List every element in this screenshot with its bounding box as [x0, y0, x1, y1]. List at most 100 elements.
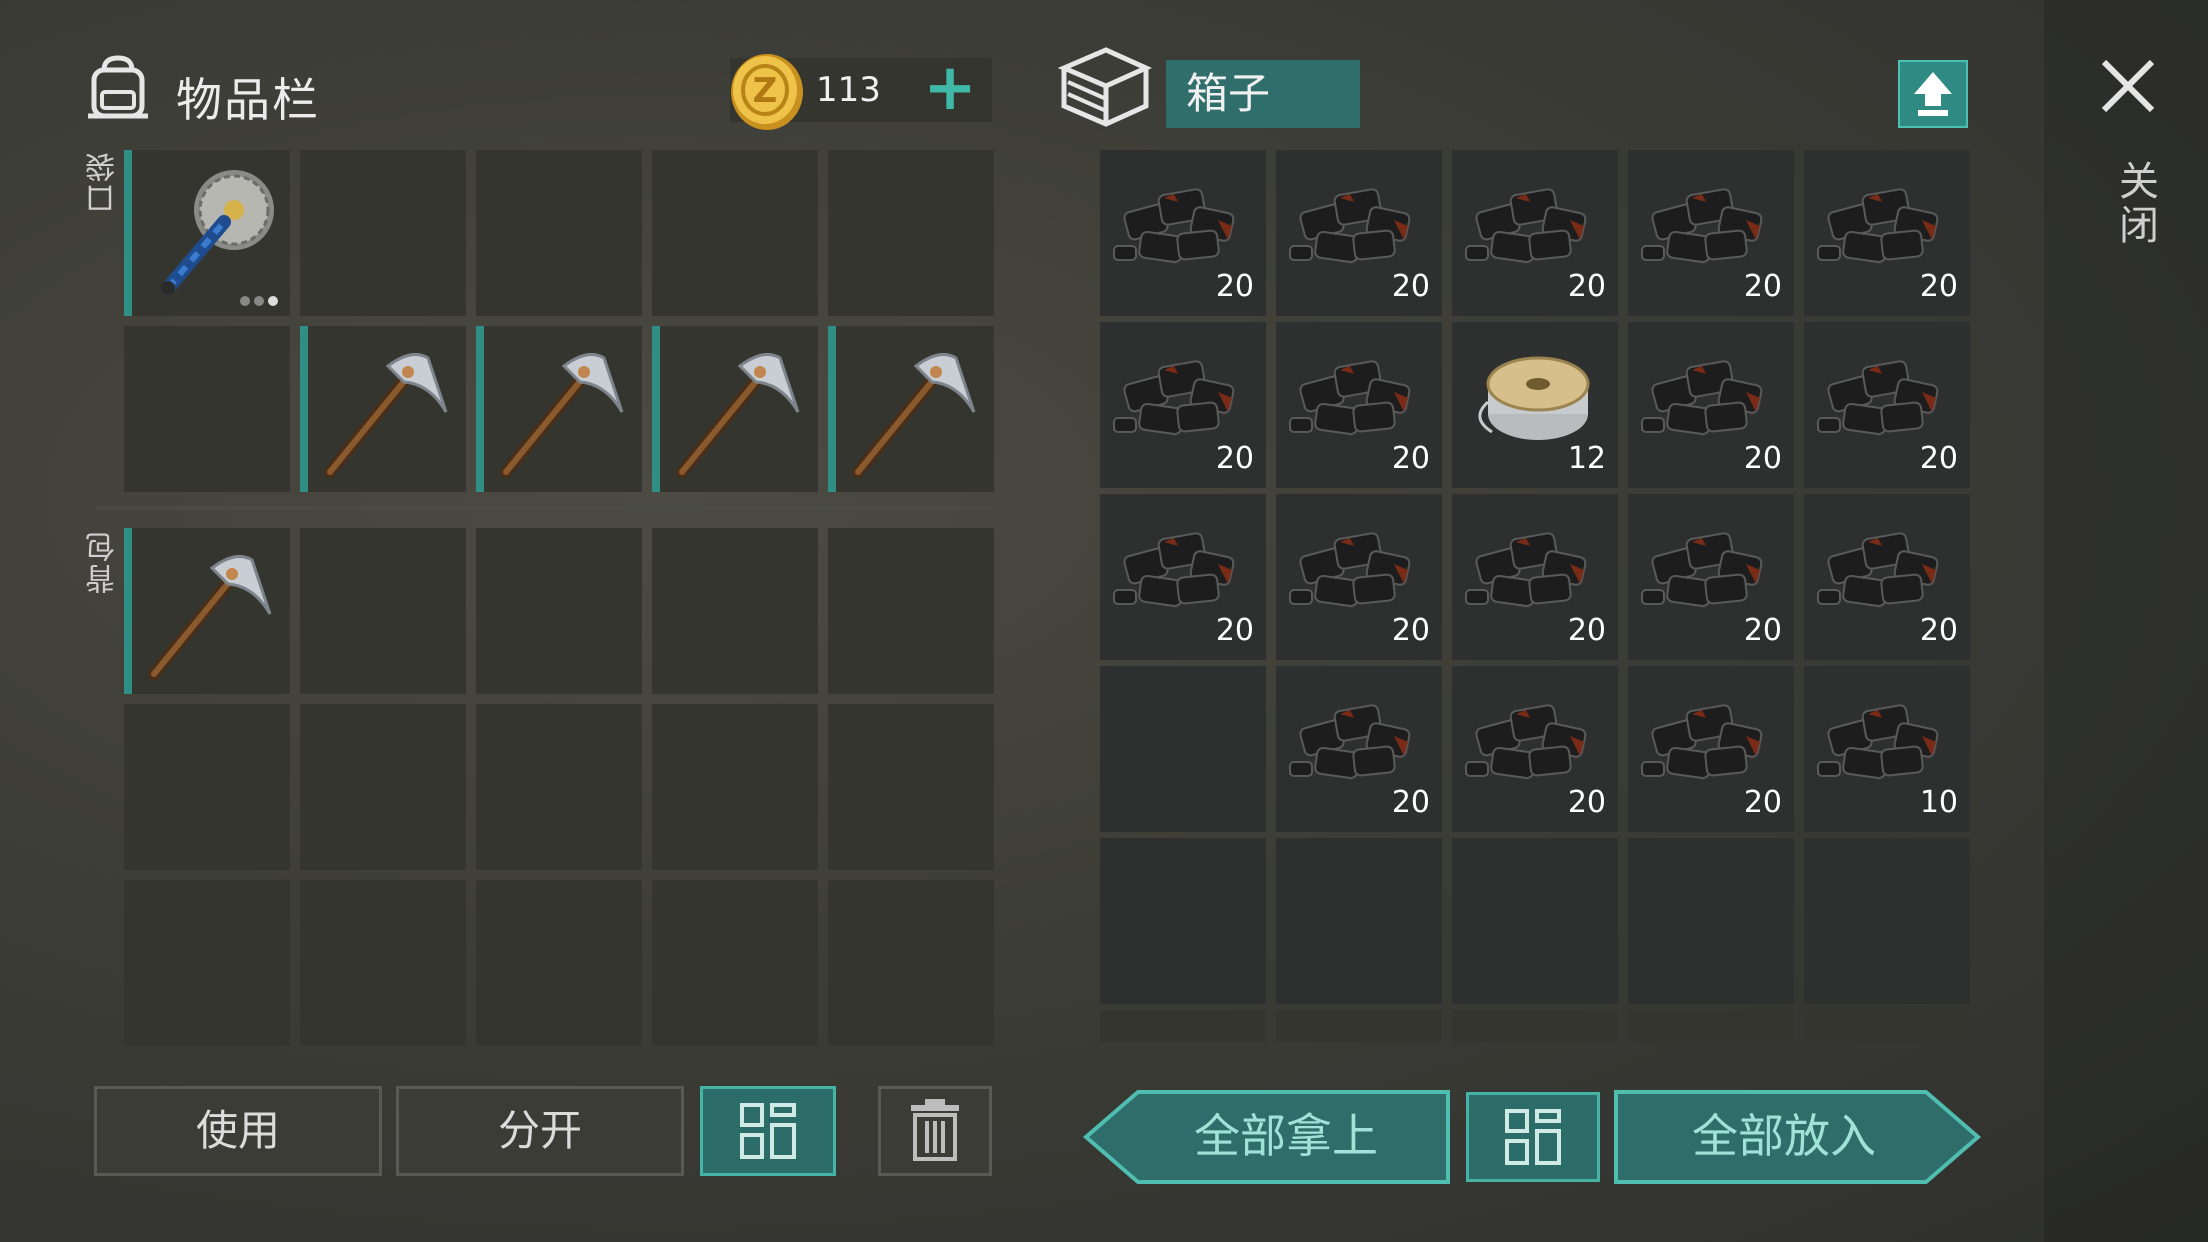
chest-slot[interactable]: 20 — [1452, 666, 1618, 832]
chest-slot[interactable] — [1100, 1010, 1266, 1042]
pocket-slot[interactable] — [300, 326, 466, 492]
plus-icon: + — [923, 51, 977, 125]
pickaxe-icon — [324, 352, 448, 478]
backpack-slot[interactable] — [124, 704, 290, 870]
chest-slot[interactable]: 20 — [1100, 494, 1266, 660]
close-icon[interactable] — [2098, 56, 2158, 116]
grid-icon — [740, 1103, 796, 1159]
grid-icon — [1505, 1109, 1561, 1165]
chest-next-row — [1100, 1010, 1970, 1042]
chest-slot[interactable] — [1628, 838, 1794, 1004]
item-count: 20 — [1919, 441, 1958, 476]
item-count: 20 — [1391, 269, 1430, 304]
take-all-label: 全部拿上 — [1194, 1109, 1378, 1163]
backpack-slot[interactable] — [476, 880, 642, 1046]
chest-slot[interactable]: 20 — [1804, 150, 1970, 316]
backpack-slot[interactable] — [476, 704, 642, 870]
backpack-slot[interactable] — [300, 528, 466, 694]
pocket-slot[interactable] — [828, 326, 994, 492]
backpack-slot[interactable] — [652, 880, 818, 1046]
backpack-slot[interactable] — [652, 528, 818, 694]
chest-slot[interactable]: 20 — [1452, 150, 1618, 316]
chest-slot[interactable]: 20 — [1276, 322, 1442, 488]
chest-slot[interactable]: 10 — [1804, 666, 1970, 832]
pocket-slot[interactable] — [652, 326, 818, 492]
pocket-slot[interactable] — [652, 150, 818, 316]
upload-icon — [1914, 72, 1952, 116]
split-button-label: 分开 — [497, 1106, 582, 1155]
chest-slot[interactable] — [1276, 1010, 1442, 1042]
chest-slot[interactable]: 20 — [1452, 494, 1618, 660]
item-count: 10 — [1919, 785, 1958, 820]
chest-slot[interactable] — [1452, 838, 1618, 1004]
svg-text:Z: Z — [753, 71, 778, 111]
pocket-slot[interactable] — [828, 150, 994, 316]
pocket-label: 口袋 — [86, 150, 121, 214]
put-all-button[interactable]: 全部放入 — [1612, 1090, 1982, 1184]
chest-slot[interactable]: 20 — [1276, 494, 1442, 660]
chest-slot[interactable] — [1100, 666, 1266, 832]
item-count: 20 — [1567, 613, 1606, 648]
trash-button[interactable] — [878, 1086, 992, 1176]
trash-icon — [911, 1099, 959, 1161]
item-count: 12 — [1567, 441, 1606, 476]
pocket-slot[interactable] — [300, 150, 466, 316]
chest-slot[interactable] — [1100, 838, 1266, 1004]
backpack-label: 背包 — [86, 530, 121, 594]
chest-slot[interactable]: 20 — [1628, 494, 1794, 660]
chest-slot[interactable]: 20 — [1276, 666, 1442, 832]
item-count: 20 — [1919, 613, 1958, 648]
coin-icon: Z — [731, 54, 803, 130]
chest-icon — [1058, 47, 1152, 127]
chest-slot[interactable]: 12 — [1452, 322, 1618, 488]
chest-slot[interactable]: 20 — [1804, 494, 1970, 660]
pickaxe-icon — [148, 554, 272, 680]
upload-button[interactable] — [1898, 60, 1968, 128]
item-count: 20 — [1215, 269, 1254, 304]
item-count: 20 — [1743, 785, 1782, 820]
backpack-slot[interactable] — [300, 704, 466, 870]
backpack-slot[interactable] — [828, 880, 994, 1046]
pocket-slot[interactable] — [124, 150, 290, 316]
chest-slot[interactable] — [1804, 1010, 1970, 1042]
pocket-slot[interactable] — [476, 326, 642, 492]
take-all-button[interactable]: 全部拿上 — [1082, 1090, 1452, 1184]
item-count: 20 — [1215, 441, 1254, 476]
backpack-slot[interactable] — [828, 528, 994, 694]
chest-slot[interactable]: 20 — [1804, 322, 1970, 488]
use-button[interactable]: 使用 — [94, 1086, 382, 1176]
item-count: 20 — [1567, 785, 1606, 820]
chest-slot[interactable] — [1804, 838, 1970, 1004]
backpack-slot[interactable] — [124, 880, 290, 1046]
backpack-slot[interactable] — [300, 880, 466, 1046]
add-coins-button[interactable]: + — [922, 56, 978, 122]
item-count: 20 — [1391, 613, 1430, 648]
pocket-slot[interactable] — [124, 326, 290, 492]
backpack-grid — [124, 528, 994, 1046]
chest-slot[interactable]: 20 — [1628, 322, 1794, 488]
pocket-slot[interactable] — [476, 150, 642, 316]
chest-slot[interactable] — [1452, 1010, 1618, 1042]
pickaxe-icon — [676, 352, 800, 478]
backpack-slot[interactable] — [476, 528, 642, 694]
put-all-label: 全部放入 — [1692, 1109, 1876, 1163]
chest-slot[interactable]: 20 — [1100, 150, 1266, 316]
chest-slot[interactable] — [1628, 1010, 1794, 1042]
chest-name: 箱子 — [1166, 60, 1360, 128]
chest-slot[interactable] — [1276, 838, 1442, 1004]
chest-slot[interactable]: 20 — [1628, 150, 1794, 316]
split-button[interactable]: 分开 — [396, 1086, 684, 1176]
chest-slot[interactable]: 20 — [1276, 150, 1442, 316]
chest-sort-button[interactable] — [1466, 1092, 1600, 1182]
inventory-title: 物品栏 — [176, 73, 320, 127]
durability-dots — [240, 296, 278, 306]
backpack-slot[interactable] — [124, 528, 290, 694]
backpack-slot[interactable] — [828, 704, 994, 870]
chest-slot[interactable]: 20 — [1628, 666, 1794, 832]
backpack-slot[interactable] — [652, 704, 818, 870]
coin-balance: 113 — [816, 70, 881, 110]
item-count: 20 — [1743, 441, 1782, 476]
chest-slot[interactable]: 20 — [1100, 322, 1266, 488]
inventory-sort-button[interactable] — [700, 1086, 836, 1176]
item-count: 20 — [1391, 441, 1430, 476]
